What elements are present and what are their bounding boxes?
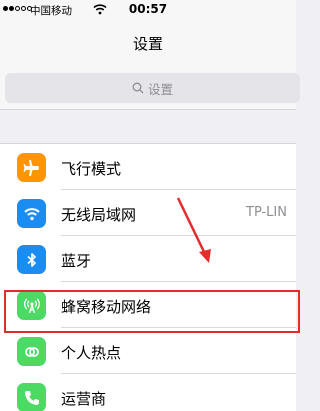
settings-list: 飞行模式 无线局域网 TP-LIN 蓝牙 蜂窝移动网络 个人热点 运营商 [0, 143, 296, 411]
settings-row-label: 蜂窝移动网络 [61, 298, 152, 316]
settings-row-label: 运营商 [61, 390, 107, 408]
search-input[interactable]: 设置 [5, 73, 300, 103]
search-area: 设置 [0, 68, 300, 110]
bluetooth-icon [17, 245, 46, 274]
settings-row-cellular[interactable]: 蜂窝移动网络 [0, 282, 296, 328]
settings-row-airplane-mode[interactable]: 飞行模式 [0, 144, 296, 190]
search-placeholder: 设置 [147, 81, 173, 97]
settings-row-personal-hotspot[interactable]: 个人热点 [0, 328, 296, 374]
hotspot-icon [17, 337, 46, 366]
settings-row-carrier[interactable]: 运营商 [0, 374, 296, 411]
settings-row-wlan[interactable]: 无线局域网 TP-LIN [0, 190, 296, 236]
phone-icon [17, 383, 46, 411]
cellular-antenna-icon [17, 291, 46, 320]
settings-row-label: 无线局域网 [61, 206, 137, 224]
status-time: 00:57 [128, 2, 168, 16]
search-icon [132, 82, 144, 94]
status-bar: 中国移动 00:57 [0, 0, 296, 20]
settings-row-label: 个人热点 [61, 344, 122, 362]
navigation-bar: 设置 [0, 20, 296, 68]
settings-row-label: 蓝牙 [61, 252, 92, 270]
airplane-icon [17, 153, 46, 182]
settings-row-bluetooth[interactable]: 蓝牙 [0, 236, 296, 282]
wifi-icon [17, 199, 46, 228]
page-title: 设置 [132, 35, 163, 53]
settings-row-label: 飞行模式 [61, 160, 122, 178]
wlan-network-value: TP-LIN [246, 205, 287, 220]
